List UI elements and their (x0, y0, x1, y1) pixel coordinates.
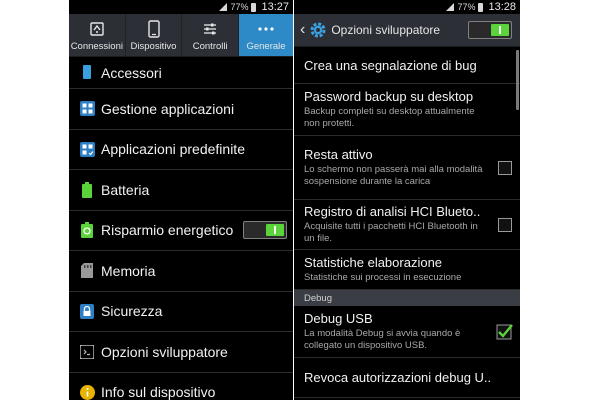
battery-status-icon (251, 2, 257, 12)
list-item-label: Risparmio energetico (101, 222, 234, 239)
hci-log-checkbox[interactable] (498, 217, 512, 232)
info-icon (79, 384, 95, 400)
list-item-label: Gestione applicazioni (101, 100, 235, 117)
item-title: Statistiche elaborazione (304, 255, 443, 270)
list-item-gestione-applicazioni[interactable]: Gestione applicazioni (69, 89, 293, 130)
phone-icon (147, 20, 160, 38)
tab-connessioni[interactable]: Connessioni (69, 14, 126, 56)
clock: 13:28 (488, 1, 516, 13)
list-item-label: Sicurezza (101, 303, 163, 320)
clock: 13:27 (261, 1, 289, 13)
tab-label: Dispositivo (130, 41, 177, 52)
default-apps-icon (79, 141, 95, 157)
item-subtitle: Lo schermo non passerà mai alla modalità… (304, 164, 483, 187)
list-item-hci-log[interactable]: Registro di analisi HCI Blueto.. Acquisi… (294, 200, 520, 250)
item-subtitle: La modalità Debug si avvia quando è coll… (304, 328, 461, 351)
list-item-memoria[interactable]: Memoria (69, 251, 293, 292)
list-item-label: Batteria (101, 181, 150, 198)
tab-label: Generale (246, 41, 286, 52)
section-header-debug: Debug (294, 290, 520, 306)
item-title: Revoca autorizzazioni debug U.. (304, 370, 492, 385)
item-title: Debug USB (304, 311, 373, 326)
power-saving-toggle[interactable] (243, 221, 287, 240)
list-item-backup-password[interactable]: Password backup su desktop Backup comple… (294, 84, 520, 136)
signal-icon (446, 3, 455, 11)
status-bar: 77% 13:27 (69, 0, 293, 14)
list-item-label: Info sul dispositivo (101, 384, 216, 400)
scrollbar[interactable] (516, 50, 519, 110)
developer-options-list: Crea una segnalazione di bug Password ba… (294, 47, 520, 398)
left-screen: 77% 13:27 Connessioni Dispositivo Contro… (69, 0, 293, 400)
tab-generale[interactable]: Generale (239, 14, 293, 56)
battery-icon (82, 181, 92, 198)
battery-percent: 77% (457, 2, 476, 12)
list-item-bug-report[interactable]: Crea una segnalazione di bug (294, 47, 520, 84)
list-item-label: Memoria (101, 262, 156, 279)
tab-label: Controlli (192, 41, 228, 52)
right-screen: 77% 13:28 ‹ Opzioni sviluppatore Crea un… (294, 0, 520, 400)
memory-icon (81, 263, 93, 279)
item-subtitle: Acquisite tutti i pacchetti HCI Bluetoot… (304, 221, 478, 244)
developer-icon (80, 344, 94, 359)
list-item-info-sul-dispositivo[interactable]: Info sul dispositivo (69, 373, 293, 400)
usb-debugging-checkbox[interactable] (496, 323, 514, 341)
gear-icon (310, 22, 326, 38)
battery-percent: 77% (230, 2, 249, 12)
item-subtitle: Statistiche sui processi in esecuzione (304, 272, 462, 283)
list-item-label: Applicazioni predefinite (101, 141, 245, 158)
list-item-label: Accessori (101, 64, 162, 81)
signal-icon (219, 3, 228, 11)
tab-label: Connessioni (70, 41, 123, 52)
list-item-usb-debugging[interactable]: Debug USB La modalità Debug si avvia qua… (294, 306, 520, 358)
status-bar: 77% 13:28 (294, 0, 520, 14)
tab-dispositivo[interactable]: Dispositivo (126, 14, 183, 56)
apps-grid-icon (79, 101, 95, 117)
list-item-sicurezza[interactable]: Sicurezza (69, 292, 293, 332)
list-item-process-stats[interactable]: Statistiche elaborazione Statistiche sui… (294, 250, 520, 290)
page-title: Opzioni sviluppatore (331, 23, 441, 37)
list-item-opzioni-sviluppatore[interactable]: Opzioni sviluppatore (69, 332, 293, 373)
power-saving-icon (81, 222, 93, 239)
developer-options-toggle[interactable] (468, 21, 512, 39)
item-title: Resta attivo (304, 147, 373, 162)
list-item-accessori[interactable]: Accessori (69, 57, 293, 89)
item-title: Registro di analisi HCI Blueto.. (304, 204, 481, 219)
back-arrow-icon[interactable]: ‹ (300, 21, 305, 39)
general-settings-list: Accessori Gestione applicazioni Applicaz… (69, 57, 293, 400)
action-bar: ‹ Opzioni sviluppatore (294, 14, 520, 47)
more-dots-icon (258, 27, 274, 31)
item-title: Crea una segnalazione di bug (304, 57, 477, 73)
connections-icon (90, 22, 104, 36)
stay-awake-checkbox[interactable] (498, 160, 512, 175)
list-item-revoke-usb-auth[interactable]: Revoca autorizzazioni debug U.. (294, 358, 520, 398)
list-item-stay-awake[interactable]: Resta attivo Lo schermo non passerà mai … (294, 136, 520, 200)
tab-controlli[interactable]: Controlli (182, 14, 240, 56)
settings-tabs: Connessioni Dispositivo Controlli Genera… (69, 14, 293, 57)
item-title: Password backup su desktop (304, 89, 474, 104)
list-item-label: Opzioni sviluppatore (101, 343, 228, 360)
battery-status-icon (478, 2, 484, 12)
list-item-batteria[interactable]: Batteria (69, 170, 293, 211)
list-item-risparmio-energetico[interactable]: Risparmio energetico (69, 211, 293, 251)
list-item-applicazioni-predefinite[interactable]: Applicazioni predefinite (69, 130, 293, 170)
item-subtitle: Backup completi su desktop attualmente n… (304, 106, 475, 129)
accessories-icon (83, 64, 91, 79)
sliders-icon (204, 23, 217, 35)
lock-icon (80, 303, 94, 319)
